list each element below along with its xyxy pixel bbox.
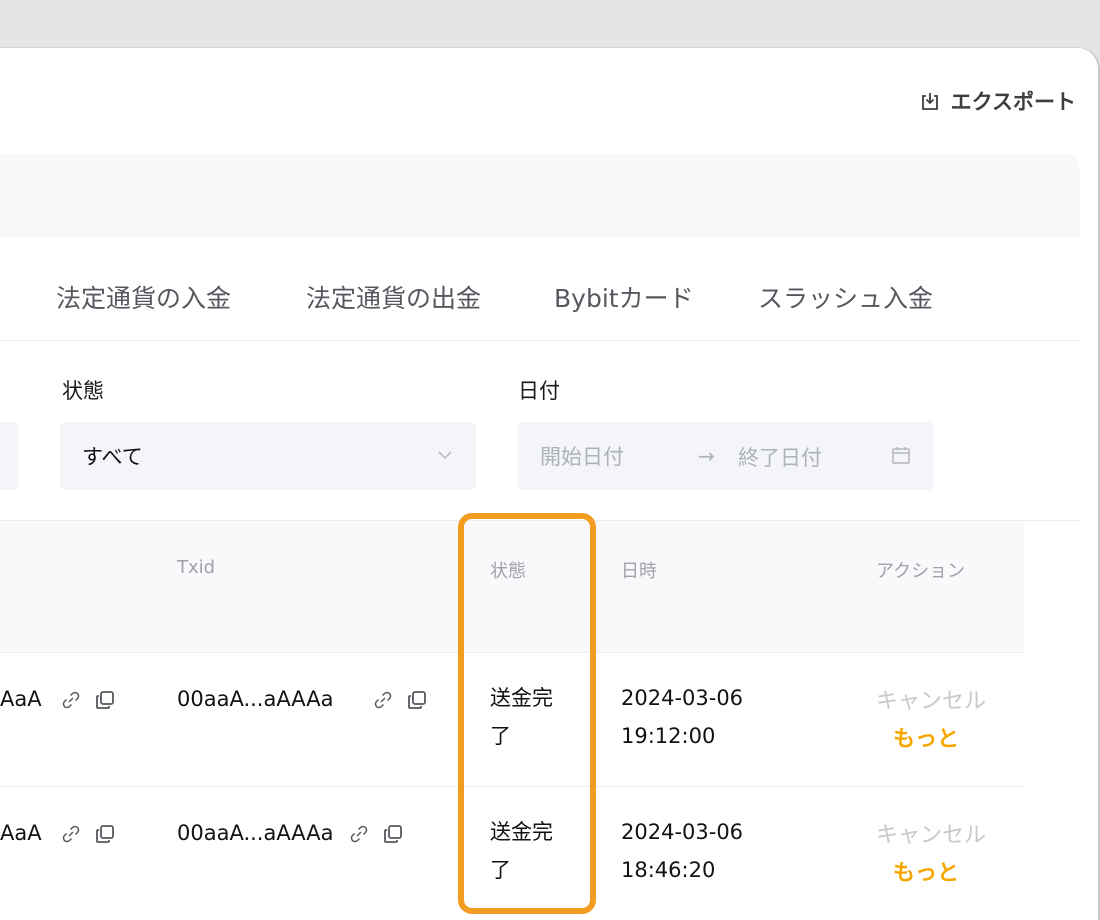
app-window: エクスポート 法定通貨の入金 法定通貨の出金 Bybitカード スラッシュ入金 … bbox=[0, 47, 1100, 920]
more-button[interactable]: もっと bbox=[893, 855, 959, 887]
link-icon[interactable] bbox=[348, 823, 370, 845]
copy-icon[interactable] bbox=[94, 823, 116, 845]
status-filter-label: 状態 bbox=[62, 379, 104, 403]
column-header-datetime: 日時 bbox=[621, 561, 657, 582]
date-cell: 2024-03-06 bbox=[621, 686, 744, 710]
previous-filter-select[interactable] bbox=[0, 422, 18, 490]
tab-bar: 法定通貨の入金 法定通貨の出金 Bybitカード スラッシュ入金 bbox=[0, 237, 1080, 341]
date-end-placeholder: 終了日付 bbox=[738, 446, 822, 470]
date-cell: 2024-03-06 bbox=[621, 820, 744, 844]
column-header-action: アクション bbox=[876, 561, 966, 582]
link-icon[interactable] bbox=[60, 689, 82, 711]
history-panel: 法定通貨の入金 法定通貨の出金 Bybitカード スラッシュ入金 状態 日付 す… bbox=[0, 154, 1080, 920]
table-header: Txid 状態 日時 アクション bbox=[0, 521, 1024, 652]
address-actions bbox=[60, 823, 116, 845]
time-cell: 18:46:20 bbox=[621, 858, 716, 882]
chevron-down-icon bbox=[438, 451, 452, 460]
date-range-picker[interactable]: 開始日付 → 終了日付 bbox=[518, 422, 934, 490]
copy-icon[interactable] bbox=[94, 689, 116, 711]
status-cell: 送金完了 bbox=[490, 820, 553, 882]
export-label: エクスポート bbox=[950, 90, 1076, 114]
date-start-placeholder: 開始日付 bbox=[540, 445, 624, 469]
status-select-value: すべて bbox=[82, 445, 143, 469]
tab-fiat-deposit[interactable]: 法定通貨の入金 bbox=[56, 279, 231, 315]
link-icon[interactable] bbox=[372, 689, 394, 711]
table-row: AaA 00aaA...aAAAa bbox=[0, 652, 1024, 786]
cancel-button[interactable]: キャンセル bbox=[876, 817, 986, 849]
history-card: 法定通貨の入金 法定通貨の出金 Bybitカード スラッシュ入金 状態 日付 す… bbox=[0, 237, 1080, 920]
date-range-arrow: → bbox=[698, 444, 715, 468]
txid-actions bbox=[372, 689, 428, 711]
column-header-status: 状態 bbox=[490, 561, 526, 582]
date-filter-label: 日付 bbox=[518, 379, 560, 403]
address-actions bbox=[60, 689, 116, 711]
download-icon bbox=[921, 93, 938, 110]
copy-icon[interactable] bbox=[406, 689, 428, 711]
status-cell: 送金完了 bbox=[490, 686, 553, 748]
link-icon[interactable] bbox=[60, 823, 82, 845]
copy-icon[interactable] bbox=[382, 823, 404, 845]
txid-cell: 00aaA...aAAAa bbox=[177, 687, 334, 711]
calendar-icon bbox=[892, 447, 910, 464]
tab-slash-deposit[interactable]: スラッシュ入金 bbox=[758, 279, 933, 315]
time-cell: 19:12:00 bbox=[621, 724, 716, 748]
column-header-txid: Txid bbox=[177, 557, 216, 578]
tab-fiat-withdrawal[interactable]: 法定通貨の出金 bbox=[306, 279, 481, 315]
address-cell: AaA bbox=[0, 687, 42, 711]
more-button[interactable]: もっと bbox=[893, 721, 959, 753]
txid-actions bbox=[348, 823, 404, 845]
txid-cell: 00aaA...aAAAa bbox=[177, 821, 334, 845]
export-button[interactable]: エクスポート bbox=[919, 86, 1076, 116]
cancel-button[interactable]: キャンセル bbox=[876, 683, 986, 715]
table-row: AaA 00aaA...aAAAa bbox=[0, 786, 1024, 920]
address-cell: AaA bbox=[0, 821, 42, 845]
status-select[interactable]: すべて bbox=[60, 422, 476, 490]
tab-bybit-card[interactable]: Bybitカード bbox=[554, 279, 694, 315]
